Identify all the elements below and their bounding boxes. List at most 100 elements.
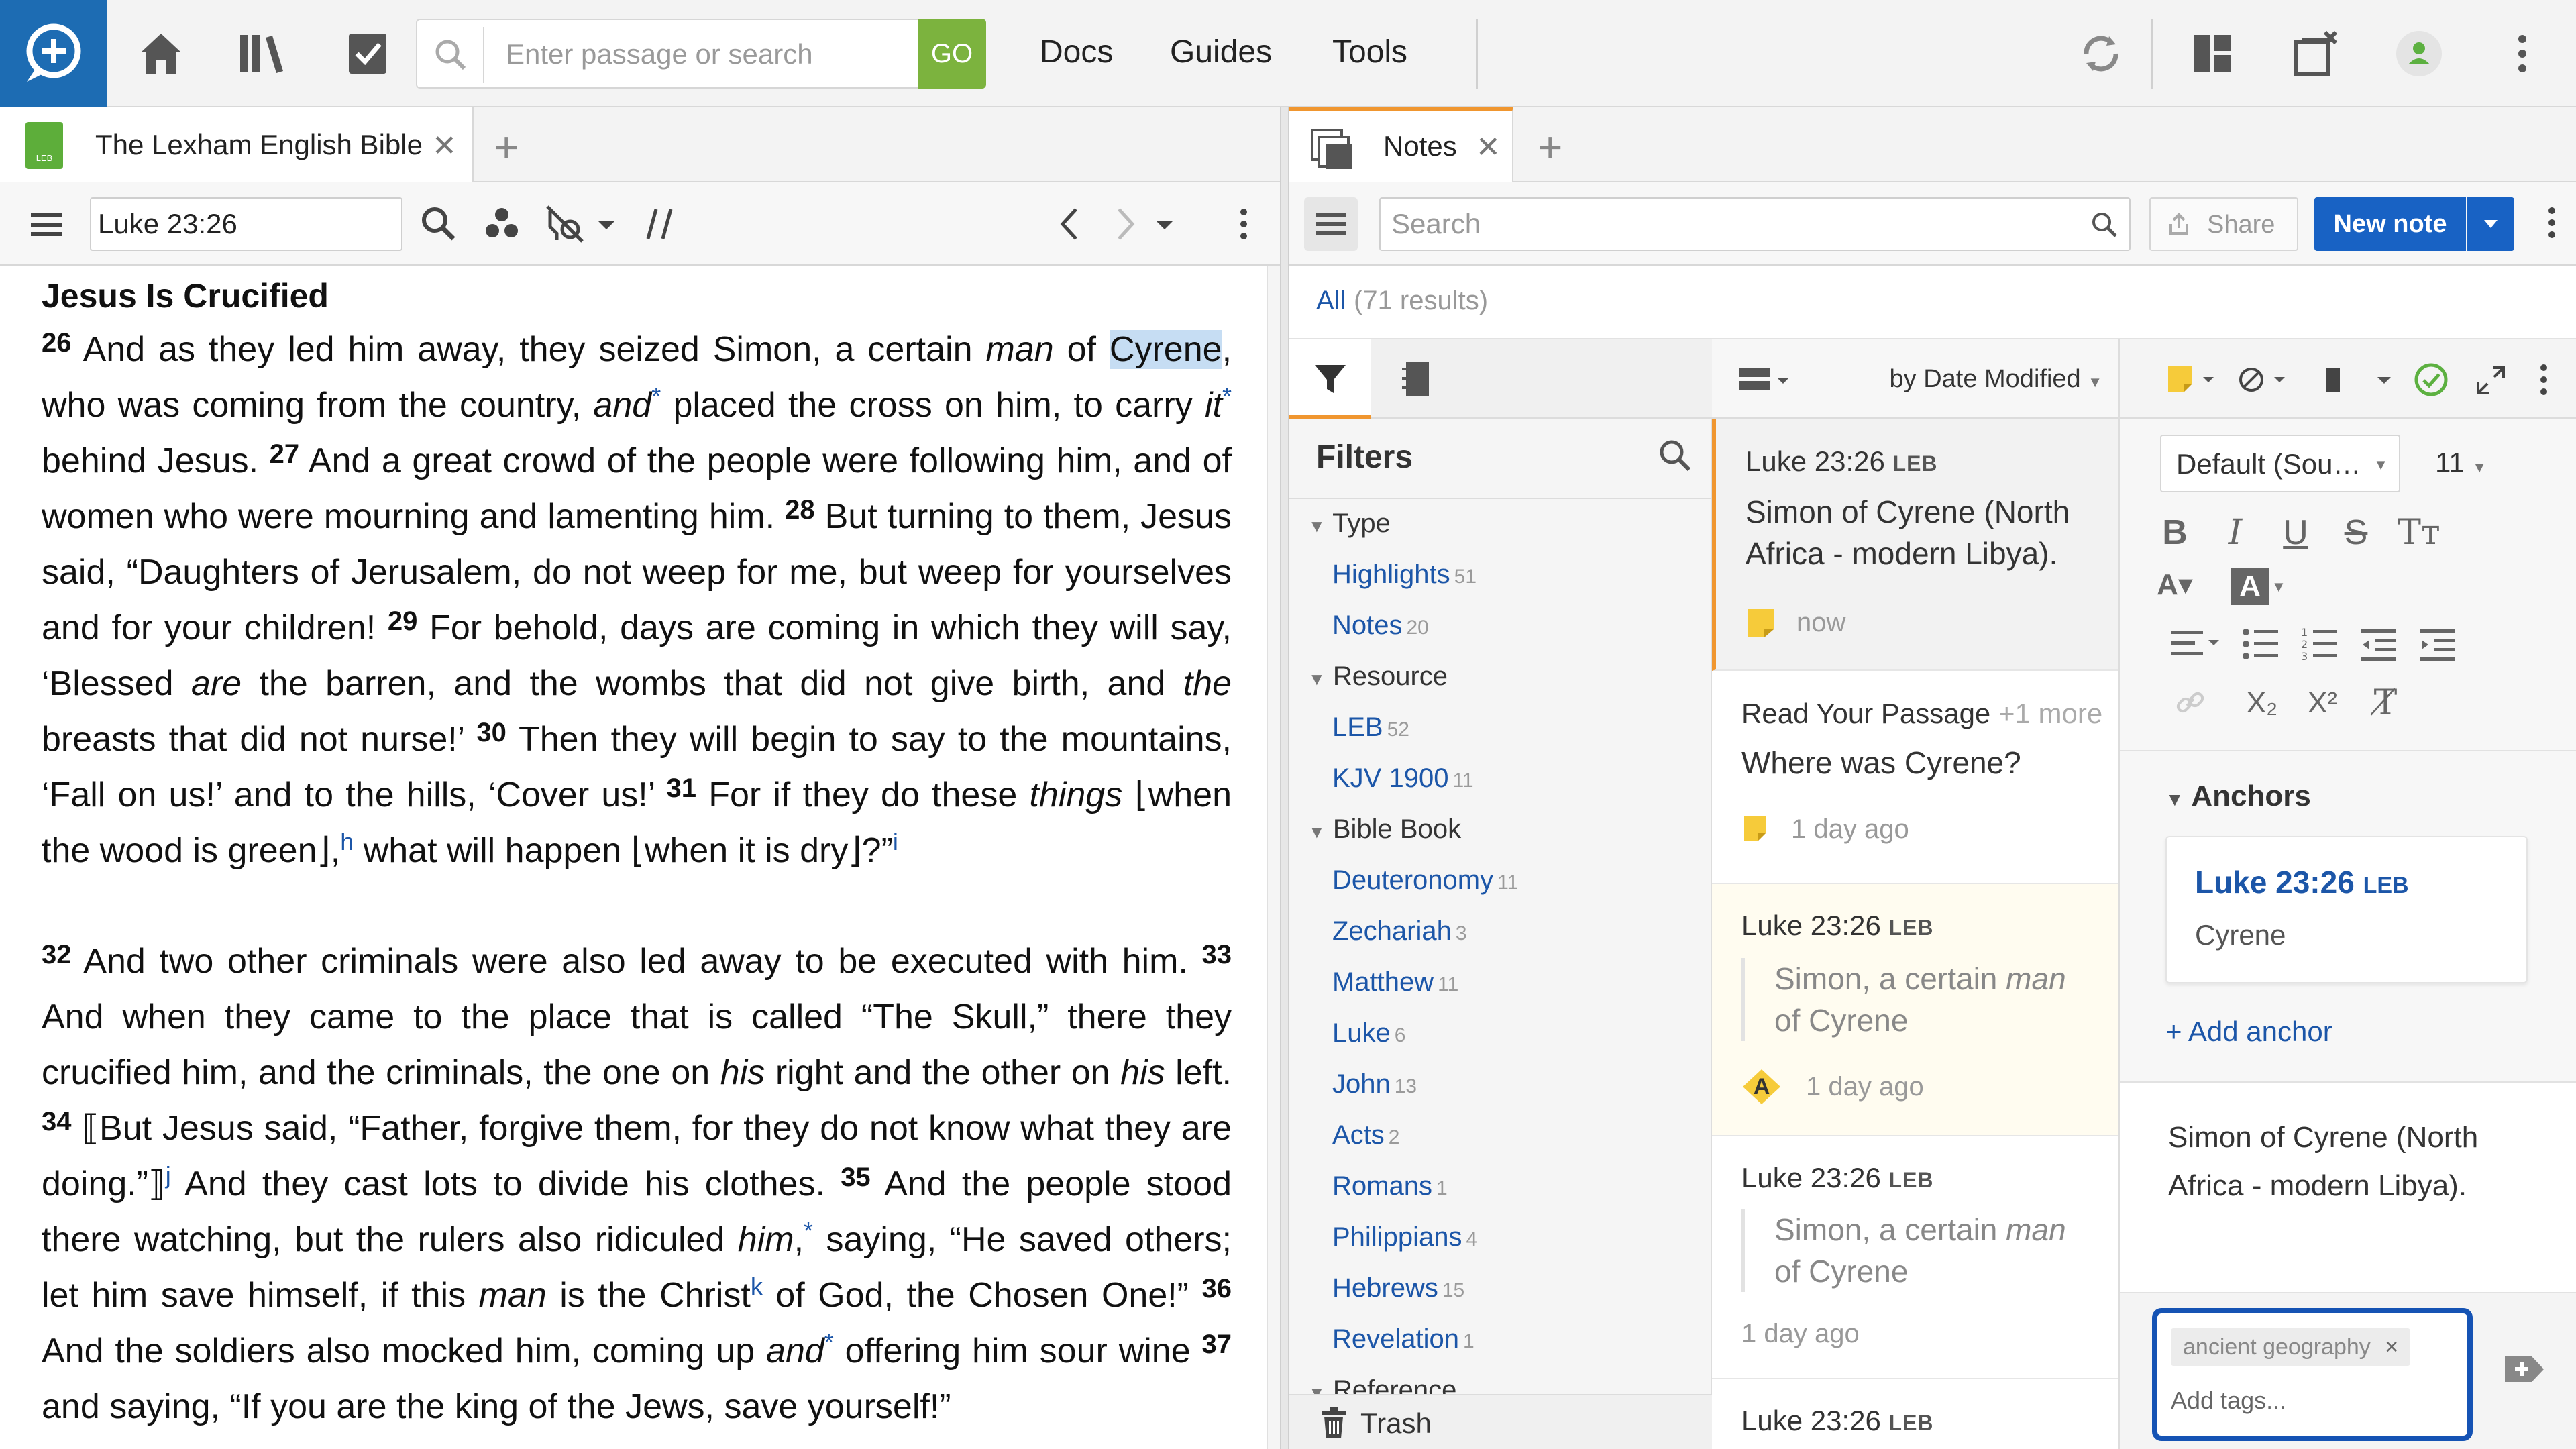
link-icon[interactable] bbox=[2174, 686, 2207, 719]
highlighted-word[interactable]: Cyrene bbox=[1109, 330, 1222, 369]
clear-style-icon[interactable] bbox=[2238, 364, 2292, 396]
anchor-card[interactable]: Luke 23:26 LEB Cyrene bbox=[2165, 836, 2528, 983]
tag-chip[interactable]: ancient geography × bbox=[2171, 1328, 2411, 1366]
notes-menu-icon[interactable] bbox=[1304, 197, 1358, 251]
notebooks-tab[interactable] bbox=[1377, 339, 1458, 419]
clear-formatting-icon[interactable]: T̸ bbox=[2361, 679, 2410, 727]
anchors-header[interactable]: ▼ Anchors bbox=[2165, 780, 2311, 813]
logos-logo-icon[interactable] bbox=[0, 0, 107, 107]
note-style-icon[interactable] bbox=[2165, 364, 2219, 396]
panel-menu-icon[interactable] bbox=[23, 200, 71, 248]
add-tags-input[interactable] bbox=[2171, 1381, 2453, 1421]
tab-lexham-english-bible[interactable]: LEB The Lexham English Bible ✕ bbox=[0, 107, 474, 182]
text-comparison-icon[interactable] bbox=[636, 200, 684, 248]
notes-search-box[interactable] bbox=[1379, 197, 2131, 251]
text-size-icon[interactable]: Tт bbox=[2395, 508, 2443, 557]
layouts-icon[interactable] bbox=[2183, 24, 2242, 83]
close-icon[interactable]: ✕ bbox=[432, 129, 457, 163]
notes-more-icon[interactable] bbox=[2538, 200, 2565, 248]
tools-menu[interactable]: Tools bbox=[1332, 34, 1407, 70]
search-icon[interactable] bbox=[415, 200, 463, 248]
visual-filters-icon[interactable] bbox=[541, 200, 589, 248]
more-options-icon[interactable] bbox=[2493, 24, 2552, 83]
filter-item-book[interactable]: Acts 2 bbox=[1332, 1120, 1399, 1150]
filter-item-book[interactable]: Philippians 4 bbox=[1332, 1222, 1477, 1252]
history-dropdown-icon[interactable] bbox=[1148, 200, 1197, 248]
parallel-resources-icon[interactable] bbox=[478, 200, 526, 248]
highlight-color-icon[interactable]: A bbox=[2231, 568, 2269, 605]
close-panels-icon[interactable] bbox=[2286, 24, 2345, 83]
bullet-list-icon[interactable] bbox=[2241, 624, 2281, 664]
filter-item-highlights[interactable]: Highlights 51 bbox=[1332, 559, 1477, 590]
account-avatar-icon[interactable] bbox=[2390, 24, 2449, 83]
font-family-select[interactable]: Default (Sou… ▼ bbox=[2160, 435, 2400, 492]
filter-item-notes[interactable]: Notes 20 bbox=[1332, 610, 1429, 641]
filter-tab[interactable] bbox=[1289, 339, 1371, 419]
filter-item-leb[interactable]: LEB 52 bbox=[1332, 712, 1409, 743]
tag-add-icon[interactable] bbox=[2502, 1352, 2546, 1386]
chevron-down-icon[interactable] bbox=[593, 200, 641, 248]
tab-notes[interactable]: Notes ✕ bbox=[1289, 107, 1513, 182]
new-note-button[interactable]: New note bbox=[2314, 197, 2466, 251]
filter-group-type[interactable]: ▼ Type bbox=[1308, 508, 1391, 539]
italic-icon[interactable]: I bbox=[2211, 508, 2259, 557]
passage-search-box[interactable] bbox=[416, 19, 919, 89]
home-icon[interactable] bbox=[131, 24, 191, 83]
tags-box[interactable]: ancient geography × bbox=[2152, 1308, 2473, 1441]
filter-item-book[interactable]: Romans 1 bbox=[1332, 1171, 1448, 1201]
passage-search-input[interactable] bbox=[506, 34, 902, 75]
add-tab-icon[interactable]: + bbox=[494, 122, 519, 172]
note-card-selected[interactable]: Luke 23:26 LEB Simon of Cyrene (North Af… bbox=[1712, 419, 2118, 671]
trash-row[interactable]: Trash bbox=[1289, 1394, 1712, 1449]
results-all-link[interactable]: All bbox=[1316, 286, 1346, 316]
library-icon[interactable] bbox=[232, 24, 291, 83]
tag-remove-icon[interactable]: × bbox=[2385, 1334, 2398, 1360]
panel-resize-handle[interactable] bbox=[1280, 107, 1289, 1449]
numbered-list-icon[interactable]: 123 bbox=[2300, 624, 2340, 664]
filter-group-resource[interactable]: ▼ Resource bbox=[1308, 661, 1448, 692]
forward-arrow-icon[interactable] bbox=[1100, 200, 1148, 248]
view-mode-icon[interactable] bbox=[1736, 364, 1795, 397]
left-scrollbar[interactable] bbox=[1267, 266, 1280, 1449]
bold-icon[interactable]: B bbox=[2151, 508, 2199, 557]
anchor-reference[interactable]: Luke 23:26 LEB bbox=[2195, 864, 2409, 900]
sort-dropdown[interactable]: by Date Modified ▼ bbox=[1890, 365, 2103, 394]
filter-item-book[interactable]: Matthew 11 bbox=[1332, 967, 1458, 998]
expand-icon[interactable] bbox=[2474, 364, 2508, 397]
filter-item-book[interactable]: Luke 6 bbox=[1332, 1018, 1405, 1049]
filter-item-book[interactable]: Revelation 1 bbox=[1332, 1324, 1474, 1354]
add-anchor-link[interactable]: + Add anchor bbox=[2165, 1016, 2332, 1048]
align-icon[interactable] bbox=[2168, 624, 2222, 664]
chevron-down-icon[interactable] bbox=[2371, 364, 2398, 396]
share-button[interactable]: Share bbox=[2149, 197, 2298, 251]
superscript-icon[interactable]: X² bbox=[2298, 679, 2347, 727]
new-note-dropdown[interactable] bbox=[2467, 197, 2514, 251]
subscript-icon[interactable]: X₂ bbox=[2238, 679, 2286, 727]
go-button[interactable]: GO bbox=[918, 19, 986, 89]
note-card[interactable]: Luke 23:26 LEB Simon, a certain man of C… bbox=[1712, 1136, 2118, 1379]
underline-icon[interactable]: U bbox=[2271, 508, 2320, 557]
filter-item-kjv[interactable]: KJV 1900 11 bbox=[1332, 763, 1474, 794]
add-tab-icon[interactable]: + bbox=[1538, 122, 1562, 172]
indent-icon[interactable] bbox=[2418, 624, 2458, 664]
chevron-down-icon[interactable]: ▼ bbox=[2271, 578, 2286, 596]
reference-box[interactable] bbox=[90, 197, 402, 251]
guides-menu[interactable]: Guides bbox=[1170, 34, 1272, 70]
font-color-icon[interactable]: A▾ bbox=[2151, 561, 2199, 609]
font-size-select[interactable]: 11 ▼ bbox=[2428, 435, 2509, 492]
editor-more-icon[interactable] bbox=[2530, 358, 2557, 401]
docs-menu[interactable]: Docs bbox=[1040, 34, 1113, 70]
filter-search-icon[interactable] bbox=[1656, 436, 1693, 474]
close-icon[interactable]: ✕ bbox=[1476, 130, 1501, 164]
notebook-select-icon[interactable] bbox=[2318, 364, 2352, 396]
filter-group-bible-book[interactable]: ▼ Bible Book bbox=[1308, 814, 1461, 845]
strikethrough-icon[interactable]: S bbox=[2332, 508, 2380, 557]
reference-input[interactable] bbox=[98, 205, 393, 243]
reading-plan-checkbox-icon[interactable] bbox=[338, 24, 397, 83]
note-card[interactable]: Luke 23:26 LEB bbox=[1712, 1379, 2118, 1449]
note-card[interactable]: Read Your Passage +1 more Where was Cyre… bbox=[1712, 671, 2118, 884]
back-arrow-icon[interactable] bbox=[1046, 200, 1095, 248]
note-card[interactable]: Luke 23:26 LEB Simon, a certain man of C… bbox=[1712, 884, 2118, 1136]
filter-item-book[interactable]: Zechariah 3 bbox=[1332, 916, 1467, 947]
filter-item-book[interactable]: Hebrews 15 bbox=[1332, 1273, 1464, 1303]
